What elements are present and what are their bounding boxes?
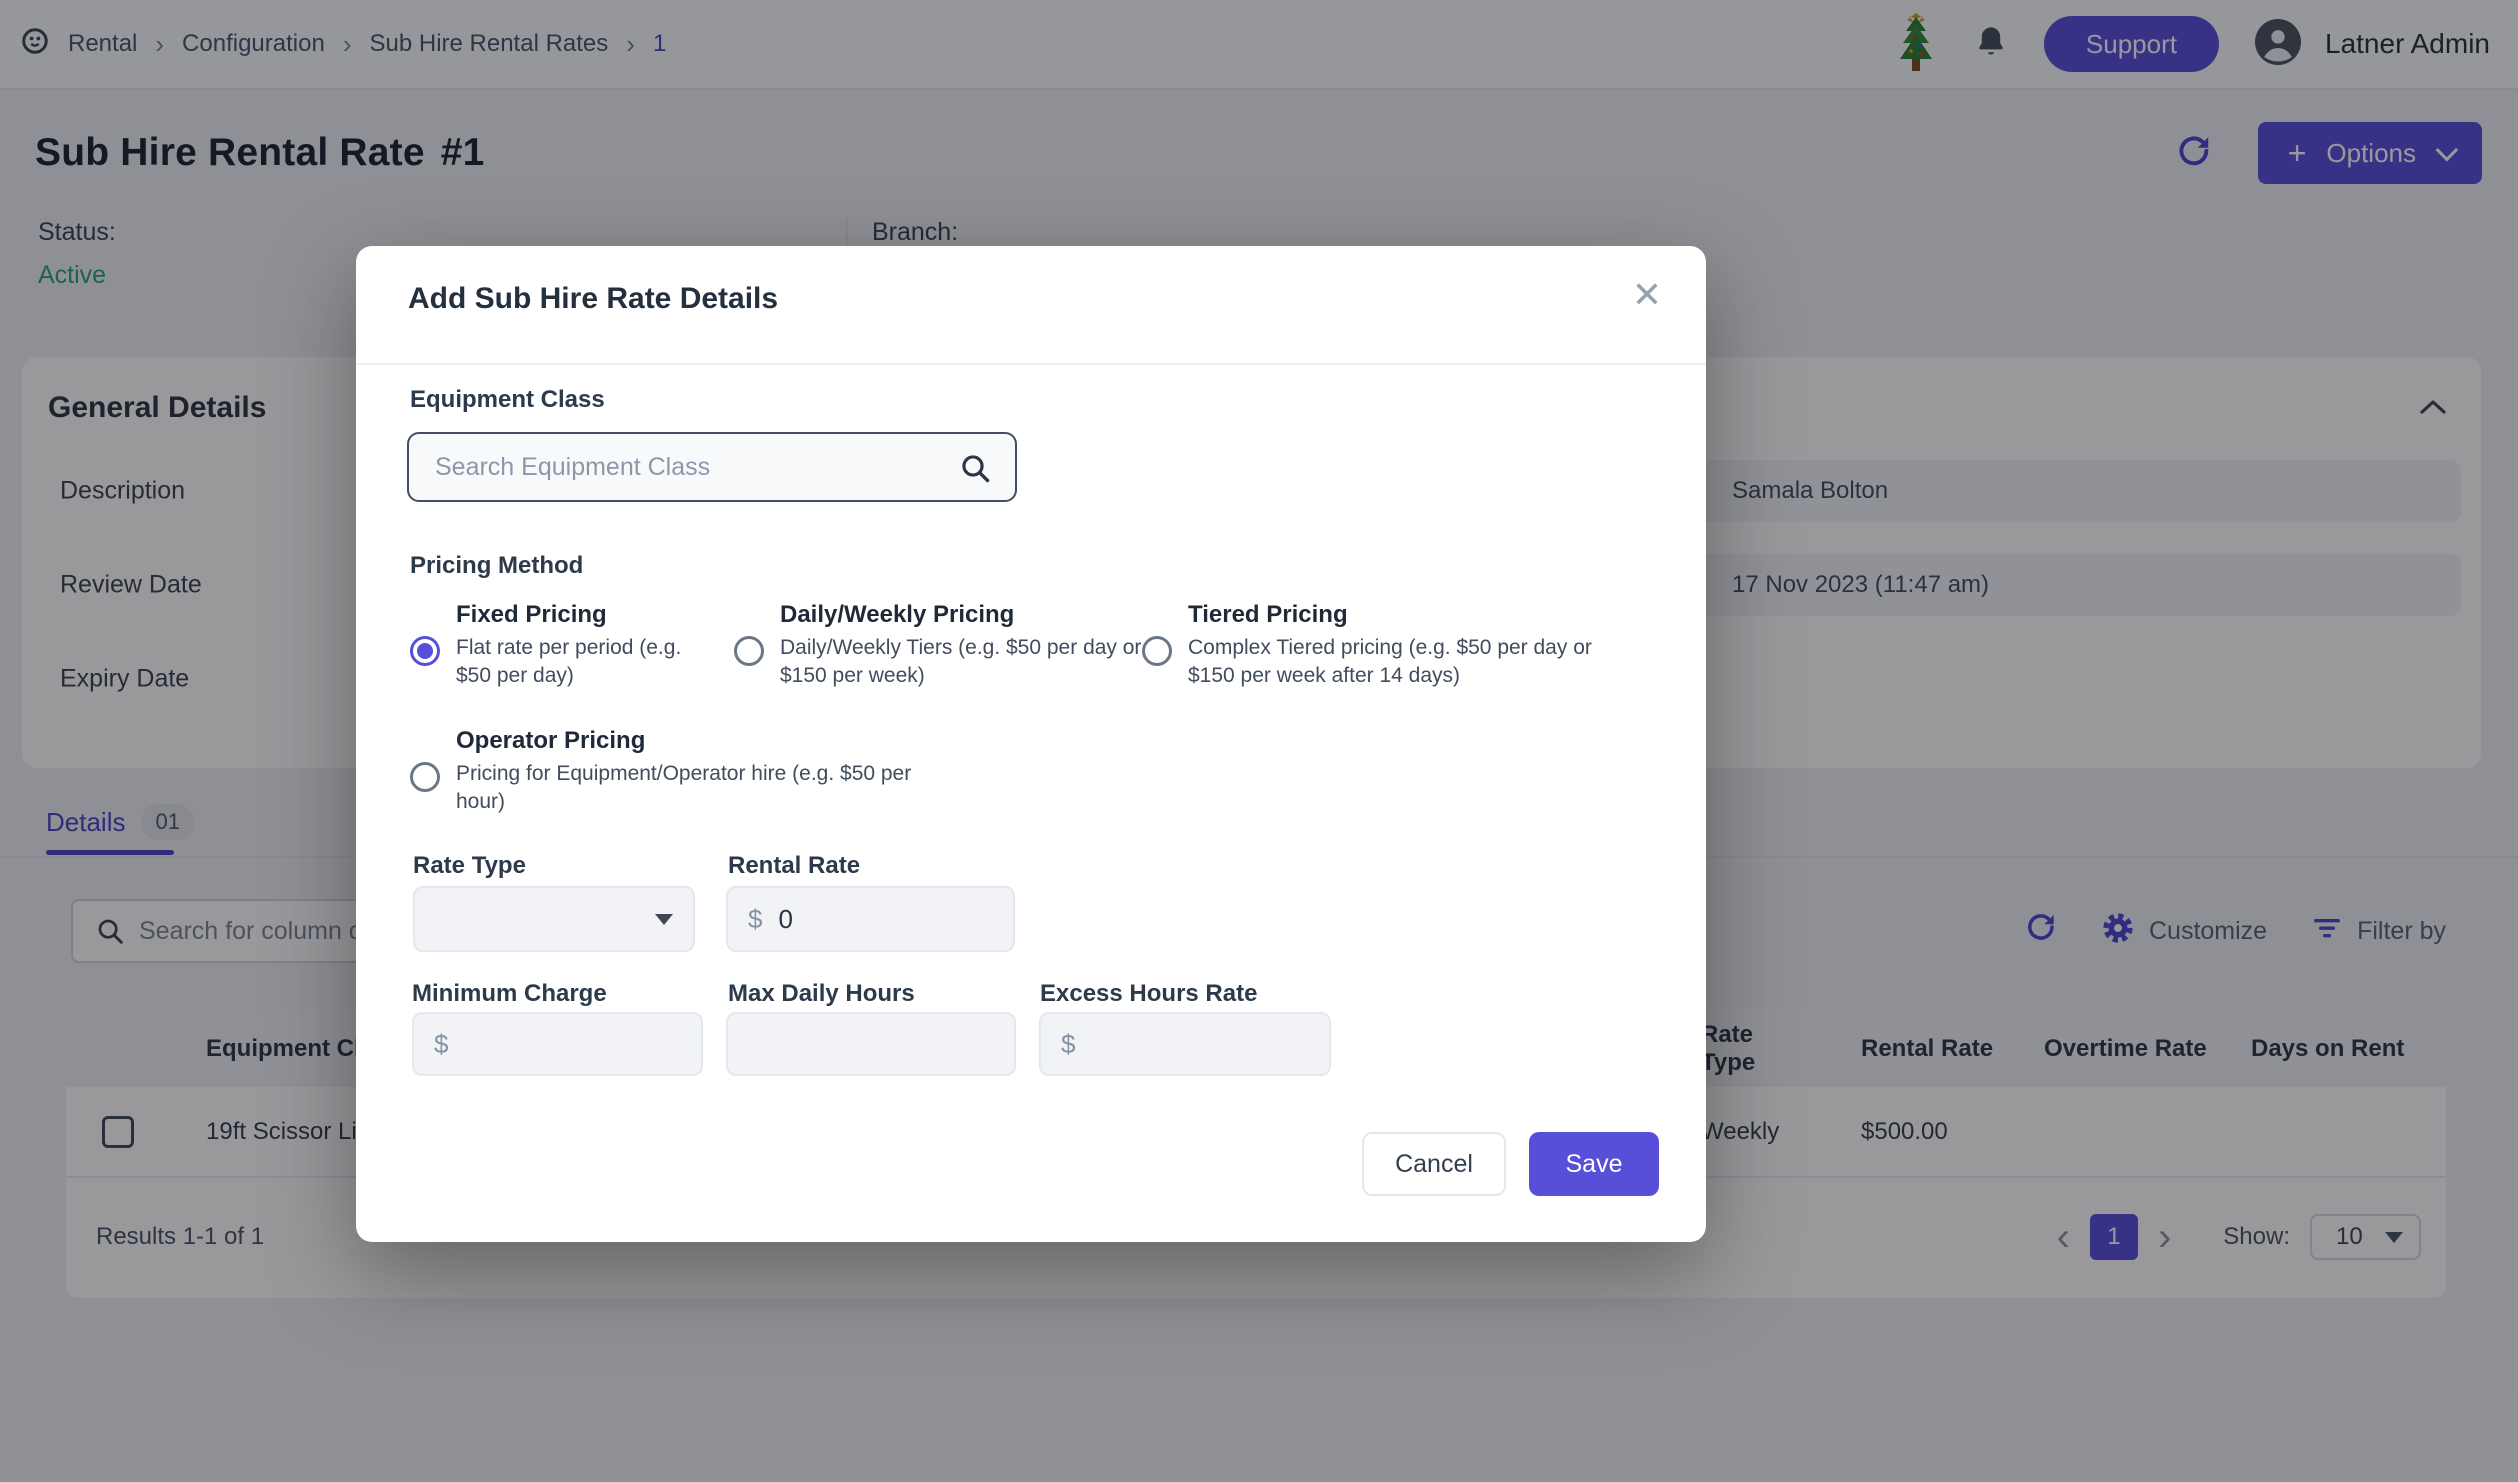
equipment-class-search [407,432,1017,502]
rate-type-select[interactable] [413,886,695,952]
rental-rate-field: $ [726,886,1015,952]
minimum-charge-input[interactable] [464,1029,681,1060]
option-description: Flat rate per period (e.g. $50 per day) [456,634,718,690]
add-sub-hire-rate-modal: Add Sub Hire Rate Details ✕ Equipment Cl… [356,246,1706,1242]
modal-header-divider [356,363,1706,365]
rental-rate-input[interactable] [778,904,993,935]
pricing-method-label: Pricing Method [410,552,583,580]
option-description: Complex Tiered pricing (e.g. $50 per day… [1188,634,1640,690]
currency-prefix: $ [1061,1029,1075,1060]
currency-prefix: $ [748,904,762,935]
option-title: Fixed Pricing [456,598,718,632]
pricing-option-daily-weekly[interactable]: Daily/Weekly Pricing Daily/Weekly Tiers … [734,598,1142,690]
search-icon [959,452,991,489]
modal-title: Add Sub Hire Rate Details [408,282,778,316]
equipment-class-search-input[interactable] [409,434,1015,500]
equipment-class-label: Equipment Class [410,386,605,414]
radio-tiered-pricing[interactable] [1142,636,1172,666]
option-description: Daily/Weekly Tiers (e.g. $50 per day or … [780,634,1146,690]
excess-hours-rate-input[interactable] [1091,1029,1309,1060]
radio-fixed-pricing[interactable] [410,636,440,666]
max-daily-hours-field [726,1012,1016,1076]
radio-daily-weekly-pricing[interactable] [734,636,764,666]
pricing-option-tiered[interactable]: Tiered Pricing Complex Tiered pricing (e… [1142,598,1657,690]
excess-hours-rate-label: Excess Hours Rate [1040,980,1257,1008]
cancel-button[interactable]: Cancel [1362,1132,1506,1196]
caret-down-icon [655,914,673,925]
minimum-charge-label: Minimum Charge [412,980,607,1008]
pricing-method-options: Fixed Pricing Flat rate per period (e.g.… [410,598,1657,690]
max-daily-hours-label: Max Daily Hours [728,980,915,1008]
pricing-option-fixed[interactable]: Fixed Pricing Flat rate per period (e.g.… [410,598,734,690]
radio-operator-pricing[interactable] [410,762,440,792]
max-daily-hours-input[interactable] [748,1029,994,1060]
currency-prefix: $ [434,1029,448,1060]
rental-rate-label: Rental Rate [728,852,860,880]
save-button[interactable]: Save [1529,1132,1659,1196]
option-title: Operator Pricing [456,724,914,758]
rate-type-label: Rate Type [413,852,526,880]
option-description: Pricing for Equipment/Operator hire (e.g… [456,760,914,816]
pricing-option-operator[interactable]: Operator Pricing Pricing for Equipment/O… [410,724,920,816]
option-title: Tiered Pricing [1188,598,1640,632]
close-icon[interactable]: ✕ [1632,274,1662,316]
excess-hours-rate-field: $ [1039,1012,1331,1076]
minimum-charge-field: $ [412,1012,703,1076]
option-title: Daily/Weekly Pricing [780,598,1146,632]
